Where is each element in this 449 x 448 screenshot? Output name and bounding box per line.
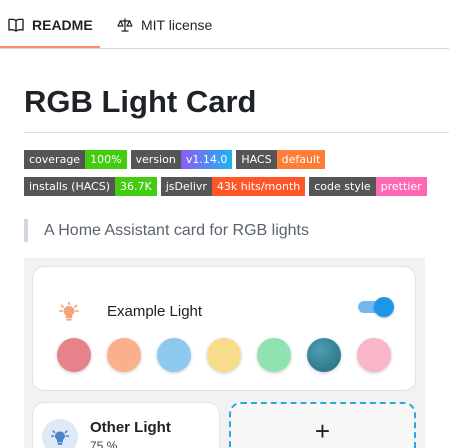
- coverage-badge[interactable]: coverage 100%: [24, 150, 127, 169]
- lightbulb-icon: [42, 419, 78, 448]
- color-swatch-4[interactable]: [207, 338, 241, 372]
- lightbulb-icon: [58, 301, 80, 327]
- example-light-card: Example Light: [32, 266, 416, 391]
- add-card-button[interactable]: +: [229, 402, 416, 448]
- plus-icon: +: [314, 416, 331, 446]
- tab-readme[interactable]: README: [8, 0, 93, 49]
- other-light-card[interactable]: Other Light 75 %: [32, 402, 220, 448]
- badge-key: version: [130, 150, 181, 169]
- jsdelivr-badge[interactable]: jsDelivr 43k hits/month: [160, 177, 306, 196]
- active-tab-indicator: [0, 46, 100, 48]
- badge-key: jsDelivr: [160, 177, 212, 196]
- badge-key: coverage: [24, 150, 86, 169]
- badge-value: 100%: [85, 150, 127, 169]
- toggle-knob: [374, 297, 394, 317]
- tab-readme-label: README: [32, 16, 93, 33]
- badge-key: HACS: [236, 150, 277, 169]
- light-brightness: 75 %: [90, 439, 118, 448]
- hacs-badge[interactable]: HACS default: [236, 150, 326, 169]
- book-icon: [8, 17, 24, 33]
- badge-value: prettier: [375, 177, 427, 196]
- color-swatch-3[interactable]: [157, 338, 191, 372]
- page-title: RGB Light Card: [24, 84, 257, 119]
- color-swatch-6[interactable]: [307, 338, 341, 372]
- light-toggle[interactable]: [358, 295, 396, 319]
- color-swatch-2[interactable]: [107, 338, 141, 372]
- badge-value: v1.14.0: [180, 150, 233, 169]
- badge-value: 43k hits/month: [211, 177, 306, 196]
- title-divider: [24, 132, 449, 133]
- description-quote: A Home Assistant card for RGB lights: [24, 219, 309, 242]
- badge-value: 36.7K: [115, 177, 157, 196]
- light-name: Example Light: [107, 303, 203, 320]
- badge-row-1: coverage 100% version v1.14.0 HACS defau…: [24, 150, 329, 169]
- badge-key: code style: [309, 177, 376, 196]
- card-preview-image: Example Light Other Light 75 % +: [24, 258, 425, 448]
- badge-key: installs (HACS): [24, 177, 116, 196]
- tab-license[interactable]: MIT license: [117, 0, 212, 49]
- color-swatch-5[interactable]: [257, 338, 291, 372]
- scale-icon: [117, 17, 133, 33]
- readme-tabs: README MIT license: [0, 0, 449, 49]
- code-style-badge[interactable]: code style prettier: [309, 177, 427, 196]
- light-name: Other Light: [90, 419, 171, 436]
- version-badge[interactable]: version v1.14.0: [130, 150, 233, 169]
- color-swatch-7[interactable]: [357, 338, 391, 372]
- badge-value: default: [276, 150, 326, 169]
- installs-badge[interactable]: installs (HACS) 36.7K: [24, 177, 157, 196]
- tab-license-label: MIT license: [141, 16, 213, 33]
- badge-row-2: installs (HACS) 36.7K jsDelivr 43k hits/…: [24, 177, 431, 196]
- color-swatch-1[interactable]: [57, 338, 91, 372]
